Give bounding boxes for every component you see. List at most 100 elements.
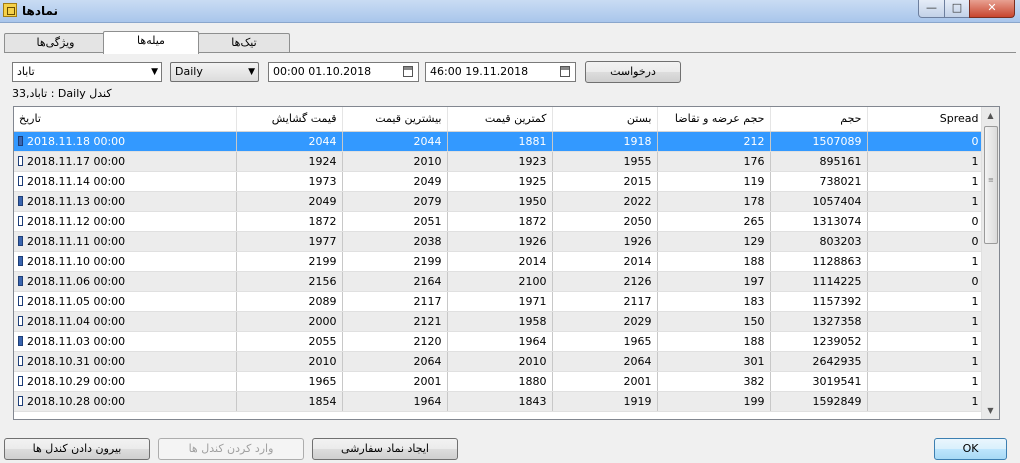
calendar-icon[interactable]: [560, 66, 570, 77]
cell-high: 2010: [342, 151, 448, 172]
candle-icon: [18, 295, 23, 306]
table-row[interactable]: 2018.10.28 00:00 1854 1964 1843 1919 199 15928…: [14, 391, 985, 412]
cell-spread: 0: [867, 231, 985, 252]
cell-close: 1965: [552, 331, 658, 352]
cell-date-text: 2018.11.05 00:00: [27, 294, 126, 308]
table-row[interactable]: 2018.11.18 00:00 2044 2044 1881 1918 212 15070…: [14, 131, 985, 152]
col-header-open[interactable]: قیمت گشایش: [236, 107, 343, 132]
candle-icon: [18, 175, 23, 186]
candle-icon: [18, 135, 23, 146]
bars-table[interactable]: تاریخ قیمت گشایش بیشترین قیمت کمترین قیم…: [13, 106, 1000, 420]
scroll-up-icon[interactable]: ▲: [982, 107, 999, 124]
cell-date: 2018.11.11 00:00: [14, 231, 237, 252]
table-row[interactable]: 2018.11.10 00:00 2199 2199 2014 2014 188 11288…: [14, 251, 985, 272]
maximize-button[interactable]: □: [944, 0, 970, 18]
timeframe-value: Daily: [175, 65, 203, 78]
cell-low: 1872: [447, 211, 553, 232]
vertical-scrollbar[interactable]: ▲ ≡ ▼: [981, 107, 999, 419]
date-to-picker[interactable]: 46:00 19.11.2018: [425, 62, 576, 82]
cell-date: 2018.11.17 00:00: [14, 151, 237, 172]
cell-open: 2156: [236, 271, 343, 292]
cell-close: 2117: [552, 291, 658, 312]
date-from-picker[interactable]: 00:00 01.10.2018: [268, 62, 419, 82]
cell-volume: 1327358: [770, 311, 868, 332]
cell-low: 1971: [447, 291, 553, 312]
import-bars-button[interactable]: وارد کردن کندل ها: [158, 438, 304, 460]
candle-icon: [18, 255, 23, 266]
table-row[interactable]: 2018.11.17 00:00 1924 2010 1923 1955 176 89516…: [14, 151, 985, 172]
cell-tick-volume: 197: [657, 271, 771, 292]
symbol-select[interactable]: تاباد ▼: [12, 62, 162, 82]
cell-volume: 803203: [770, 231, 868, 252]
cell-tick-volume: 150: [657, 311, 771, 332]
cell-tick-volume: 129: [657, 231, 771, 252]
minimize-button[interactable]: —: [918, 0, 945, 18]
scrollbar-thumb[interactable]: ≡: [984, 126, 998, 244]
cell-close: 2126: [552, 271, 658, 292]
table-row[interactable]: 2018.11.06 00:00 2156 2164 2100 2126 197 11142…: [14, 271, 985, 292]
cell-tick-volume: 183: [657, 291, 771, 312]
table-row[interactable]: 2018.11.05 00:00 2089 2117 1971 2117 183 11573…: [14, 291, 985, 312]
cell-high: 1964: [342, 391, 448, 412]
cell-date-text: 2018.10.29 00:00: [27, 374, 126, 388]
request-button[interactable]: درخواست: [585, 61, 681, 83]
create-custom-symbol-button[interactable]: ایجاد نماد سفارشی: [312, 438, 458, 460]
col-header-spread[interactable]: Spread: [867, 107, 985, 132]
cell-volume: 738021: [770, 171, 868, 192]
table-row[interactable]: 2018.11.11 00:00 1977 2038 1926 1926 129 80320…: [14, 231, 985, 252]
cell-tick-volume: 119: [657, 171, 771, 192]
cell-open: 2049: [236, 191, 343, 212]
cell-high: 2121: [342, 311, 448, 332]
cell-low: 1880: [447, 371, 553, 392]
cell-low: 1926: [447, 231, 553, 252]
window-title: نمادها: [22, 4, 59, 18]
cell-close: 1955: [552, 151, 658, 172]
col-header-close[interactable]: بستن: [552, 107, 658, 132]
cell-high: 2117: [342, 291, 448, 312]
cell-close: 2001: [552, 371, 658, 392]
cell-spread: 1: [867, 371, 985, 392]
col-header-low[interactable]: کمترین قیمت: [447, 107, 553, 132]
cell-date-text: 2018.11.03 00:00: [27, 334, 126, 348]
cell-open: 1872: [236, 211, 343, 232]
col-header-high[interactable]: بیشترین قیمت: [342, 107, 448, 132]
candle-icon: [18, 315, 23, 326]
table-row[interactable]: 2018.11.14 00:00 1973 2049 1925 2015 119 73802…: [14, 171, 985, 192]
cell-open: 2000: [236, 311, 343, 332]
cell-volume: 1114225: [770, 271, 868, 292]
cell-low: 1923: [447, 151, 553, 172]
col-header-tick-volume[interactable]: حجم عرضه و تقاضا: [657, 107, 771, 132]
table-row[interactable]: 2018.11.04 00:00 2000 2121 1958 2029 150 13273…: [14, 311, 985, 332]
export-bars-button[interactable]: بیرون دادن کندل ها: [4, 438, 150, 460]
cell-close: 1919: [552, 391, 658, 412]
cell-volume: 1057404: [770, 191, 868, 212]
date-to-value: 46:00 19.11.2018: [430, 65, 529, 78]
cell-high: 2164: [342, 271, 448, 292]
cell-spread: 1: [867, 151, 985, 172]
cell-date-text: 2018.11.06 00:00: [27, 274, 126, 288]
cell-close: 2064: [552, 351, 658, 372]
cell-close: 2015: [552, 171, 658, 192]
table-row[interactable]: 2018.10.31 00:00 2010 2064 2010 2064 301 26429…: [14, 351, 985, 372]
cell-date: 2018.11.05 00:00: [14, 291, 237, 312]
candle-icon: [18, 375, 23, 386]
table-row[interactable]: 2018.10.29 00:00 1965 2001 1880 2001 382 30195…: [14, 371, 985, 392]
close-button[interactable]: ✕: [969, 0, 1015, 18]
col-header-date[interactable]: تاریخ: [14, 107, 237, 132]
cell-volume: 1507089: [770, 131, 868, 152]
cell-date: 2018.10.28 00:00: [14, 391, 237, 412]
title-bar: نمادها — □ ✕: [0, 0, 1020, 23]
tab-ticks[interactable]: تیک‌ها: [198, 33, 290, 53]
timeframe-select[interactable]: Daily ▼: [170, 62, 259, 82]
cell-high: 2079: [342, 191, 448, 212]
calendar-icon[interactable]: [403, 66, 413, 77]
table-row[interactable]: 2018.11.12 00:00 1872 2051 1872 2050 265 13130…: [14, 211, 985, 232]
col-header-volume[interactable]: حجم: [770, 107, 868, 132]
tab-bars[interactable]: میله‌ها: [103, 31, 199, 54]
scroll-down-icon[interactable]: ▼: [982, 402, 999, 419]
table-row[interactable]: 2018.11.03 00:00 2055 2120 1964 1965 188 12390…: [14, 331, 985, 352]
tab-properties[interactable]: ویژگی‌ها: [4, 33, 107, 53]
table-row[interactable]: 2018.11.13 00:00 2049 2079 1950 2022 178 10574…: [14, 191, 985, 212]
ok-button[interactable]: OK: [934, 438, 1007, 460]
cell-spread: 1: [867, 311, 985, 332]
